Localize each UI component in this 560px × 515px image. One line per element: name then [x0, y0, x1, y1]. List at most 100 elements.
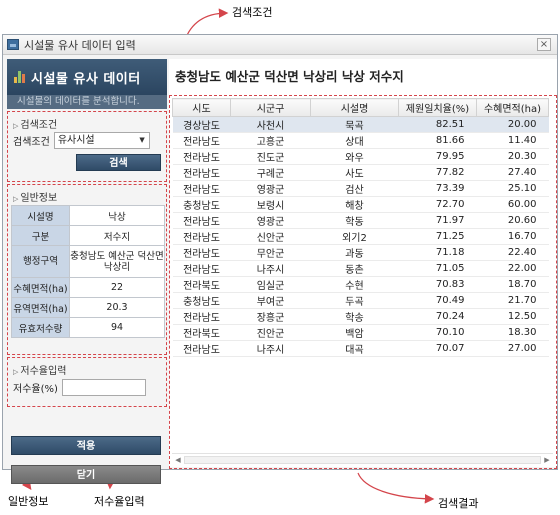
search-condition-select[interactable]: 유사시설 ▼ — [53, 132, 150, 149]
table-cell: 전라남도 — [172, 308, 231, 325]
column-header[interactable]: 시군구 — [230, 98, 311, 117]
table-cell: 외기2 — [310, 228, 399, 245]
table-cell: 구례군 — [230, 164, 311, 181]
info-key: 수혜면적(ha) — [11, 277, 70, 298]
table-cell: 사천시 — [230, 116, 311, 133]
close-icon[interactable]: × — [537, 38, 551, 51]
table-cell: 79.95 — [398, 148, 477, 165]
info-key: 행정구역 — [11, 245, 70, 278]
table-row[interactable]: 전라남도 구례군 사도 77.82 27.40 — [172, 164, 549, 181]
result-title: 충청남도 예산군 덕산면 낙상리 낙상 저수지 — [169, 59, 557, 95]
table-cell: 77.82 — [398, 164, 477, 181]
table-row[interactable]: 전라북도 진안군 백암 70.10 18.30 — [172, 324, 549, 341]
table-cell: 전라남도 — [172, 132, 231, 149]
table-cell: 보령시 — [230, 196, 311, 213]
table-row[interactable]: 충청남도 부여군 두곡 70.49 21.70 — [172, 292, 549, 309]
scroll-track[interactable] — [184, 455, 541, 464]
header-banner: 시설물 유사 데이터 — [7, 59, 167, 95]
result-panel: 충청남도 예산군 덕산면 낙상리 낙상 저수지 시도 시군구 시설명 제원일치율… — [169, 59, 557, 469]
table-row[interactable]: 전라북도 임실군 수현 70.83 18.70 — [172, 276, 549, 293]
table-cell: 21.70 — [476, 292, 549, 309]
column-header[interactable]: 제원일치율(%) — [398, 98, 477, 117]
table-cell: 18.30 — [476, 324, 549, 341]
table-cell: 16.70 — [476, 228, 549, 245]
table-cell: 충청남도 — [172, 196, 231, 213]
header-title: 시설물 유사 데이터 — [31, 71, 141, 87]
table-cell: 묵곡 — [310, 116, 399, 133]
horizontal-scrollbar[interactable]: ◀ ▶ — [172, 453, 553, 465]
table-cell: 검산 — [310, 180, 399, 197]
table-cell: 전라북도 — [172, 276, 231, 293]
table-row[interactable]: 전라남도 영광군 검산 73.39 25.10 — [172, 180, 549, 197]
table-cell: 나주시 — [230, 260, 311, 277]
table-row[interactable]: 전라남도 진도군 와우 79.95 20.30 — [172, 148, 549, 165]
annotation-search-result: 검색결과 — [438, 497, 479, 510]
table-cell: 장흥군 — [230, 308, 311, 325]
table-cell: 전라남도 — [172, 244, 231, 261]
table-row[interactable]: 전라남도 신안군 외기2 71.25 16.70 — [172, 228, 549, 245]
select-value: 유사시설 — [57, 135, 95, 146]
window-title: 시설물 유사 데이터 입력 — [24, 38, 136, 52]
rate-input[interactable] — [61, 379, 146, 396]
table-cell: 사도 — [310, 164, 399, 181]
table-row[interactable]: 전라남도 고흥군 상대 81.66 11.40 — [172, 132, 549, 149]
table-cell: 두곡 — [310, 292, 399, 309]
table-cell: 20.00 — [476, 116, 549, 133]
table-cell: 22.40 — [476, 244, 549, 261]
table-row[interactable]: 경상남도 사천시 묵곡 82.51 20.00 — [172, 116, 549, 133]
table-cell: 영광군 — [230, 180, 311, 197]
rate-input-section: 저수율입력 저수율(%) — [7, 357, 167, 407]
table-cell: 25.10 — [476, 180, 549, 197]
info-value: 20.3 — [69, 297, 165, 318]
section-label: 검색조건 — [8, 112, 166, 131]
table-cell: 진안군 — [230, 324, 311, 341]
search-button[interactable]: 검색 — [76, 154, 161, 171]
close-button[interactable]: 닫기 — [11, 465, 161, 484]
result-grid: 시도 시군구 시설명 제원일치율(%) 수혜면적(ha) 경상남도 사천시 묵곡 82… — [169, 95, 557, 469]
column-header[interactable]: 시설명 — [310, 98, 399, 117]
table-cell: 무안군 — [230, 244, 311, 261]
annotation-general-info: 일반정보 — [8, 495, 49, 508]
table-cell: 20.60 — [476, 212, 549, 229]
apply-button[interactable]: 적용 — [11, 436, 161, 455]
annotation-rate-input: 저수율입력 — [94, 495, 145, 508]
column-header[interactable]: 수혜면적(ha) — [476, 98, 549, 117]
table-row[interactable]: 전라남도 나주시 대곡 70.07 27.00 — [172, 340, 549, 357]
table-cell: 진도군 — [230, 148, 311, 165]
info-value: 낙상 — [69, 205, 165, 226]
table-row[interactable]: 충청남도 보령시 해창 72.70 60.00 — [172, 196, 549, 213]
info-table: 시설명 낙상 구분 저수지 행정구역 충청남도 예산군 덕산면 낙상리 수혜면적(ha… — [11, 205, 165, 338]
table-row[interactable]: 전라남도 무안군 과동 71.18 22.40 — [172, 244, 549, 261]
table-cell: 70.83 — [398, 276, 477, 293]
scroll-left-icon[interactable]: ◀ — [172, 456, 184, 464]
table-cell: 전라남도 — [172, 148, 231, 165]
table-cell: 해창 — [310, 196, 399, 213]
table-cell: 73.39 — [398, 180, 477, 197]
table-cell: 72.70 — [398, 196, 477, 213]
table-cell: 과동 — [310, 244, 399, 261]
table-cell: 동촌 — [310, 260, 399, 277]
table-row[interactable]: 전라남도 나주시 동촌 71.05 22.00 — [172, 260, 549, 277]
search-condition-section: 검색조건 검색조건 유사시설 ▼ 검색 — [7, 111, 167, 182]
table-cell: 82.51 — [398, 116, 477, 133]
annotation-search-condition: 검색조건 — [232, 6, 273, 19]
info-value: 94 — [69, 317, 165, 338]
table-cell: 81.66 — [398, 132, 477, 149]
table-row[interactable]: 전라남도 영광군 학동 71.97 20.60 — [172, 212, 549, 229]
dialog-window: 시설물 유사 데이터 입력 × 시설물 유사 데이터 시설물의 데이터를 분석합… — [2, 34, 558, 484]
table-cell: 전라북도 — [172, 324, 231, 341]
section-label: 일반정보 — [8, 185, 166, 204]
table-cell: 11.40 — [476, 132, 549, 149]
column-header[interactable]: 시도 — [172, 98, 231, 117]
table-cell: 70.49 — [398, 292, 477, 309]
title-bar[interactable]: 시설물 유사 데이터 입력 × — [3, 35, 557, 55]
table-cell: 와우 — [310, 148, 399, 165]
table-cell: 70.24 — [398, 308, 477, 325]
table-cell: 전라남도 — [172, 180, 231, 197]
table-row[interactable]: 전라남도 장흥군 학송 70.24 12.50 — [172, 308, 549, 325]
scroll-right-icon[interactable]: ▶ — [541, 456, 553, 464]
table-cell: 고흥군 — [230, 132, 311, 149]
table-cell: 전라남도 — [172, 260, 231, 277]
info-value: 22 — [69, 277, 165, 298]
header-subtitle: 시설물의 데이터를 분석합니다. — [7, 95, 167, 109]
